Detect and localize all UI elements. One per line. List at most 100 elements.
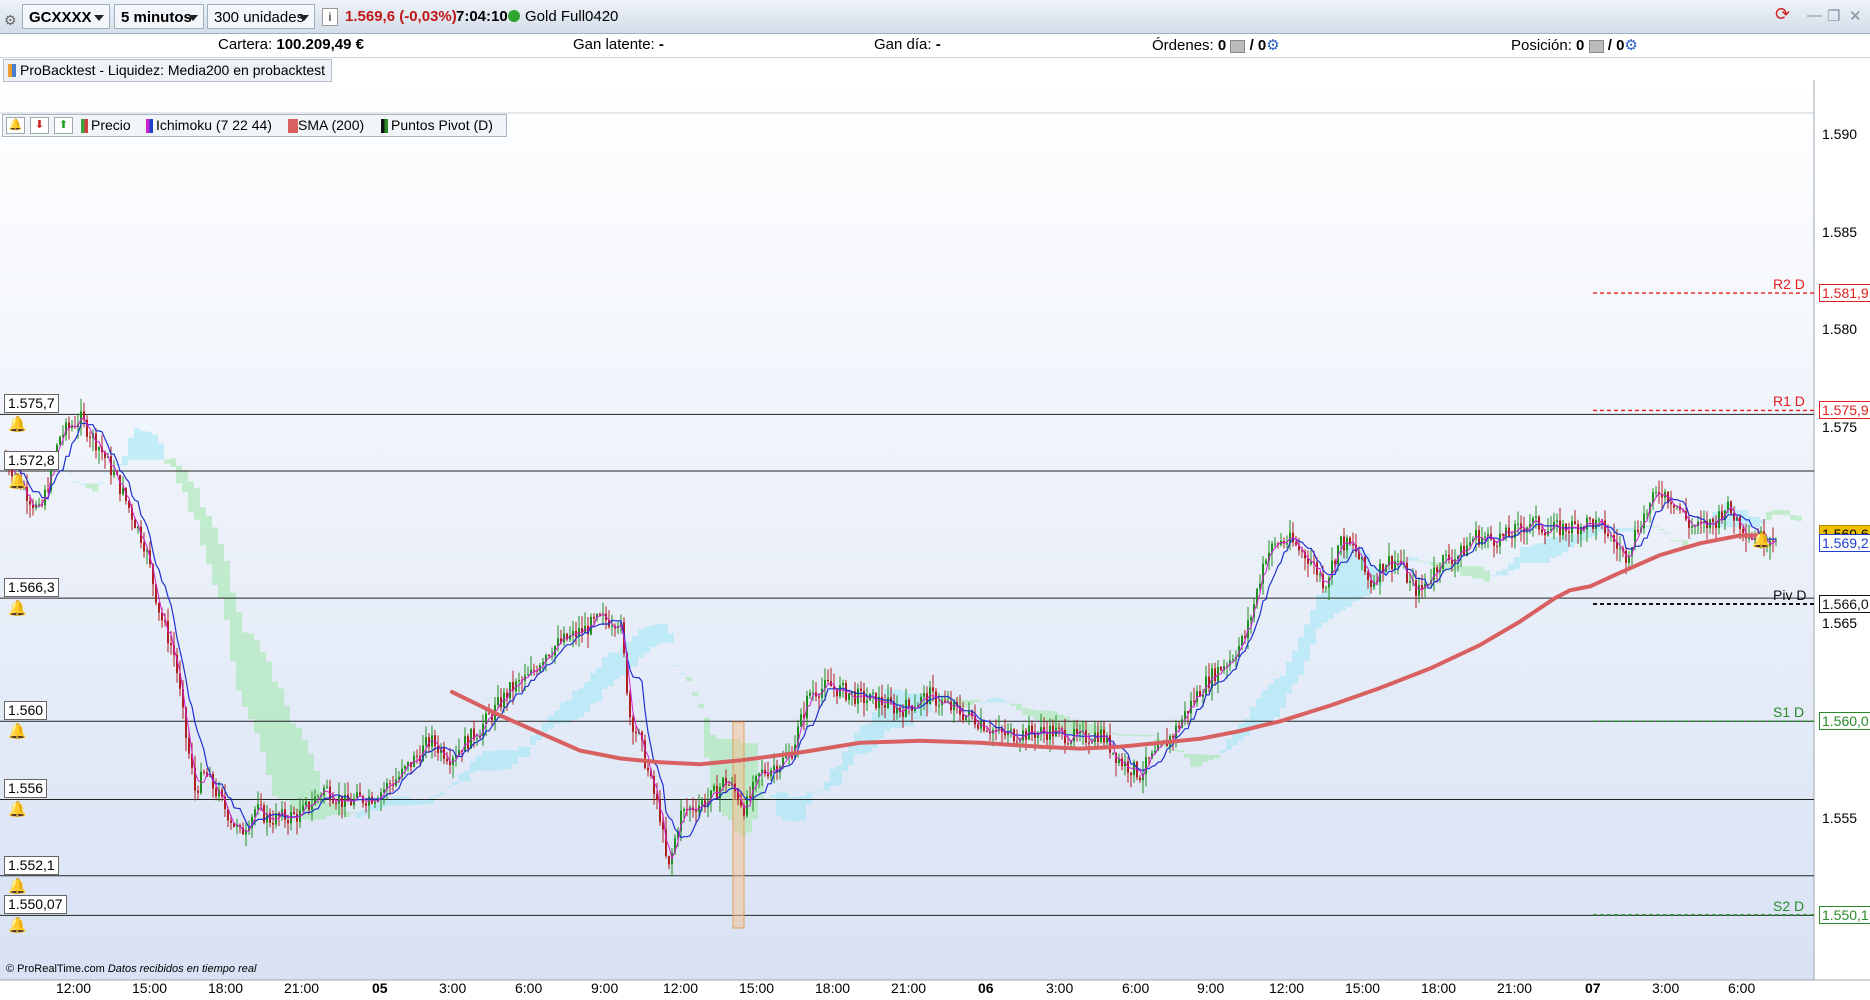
timeframe-selector[interactable]: 5 minutos: [114, 4, 204, 29]
info-icon[interactable]: i: [322, 8, 338, 26]
footer-status: Datos recibidos en tiempo real: [107, 963, 257, 975]
chevron-down-icon: [188, 15, 198, 21]
kumo-segment: [1784, 510, 1790, 516]
kumo-segment: [1124, 734, 1130, 736]
kumo-segment: [116, 463, 122, 466]
alert-bell-icon[interactable]: 🔔: [8, 416, 27, 434]
link-icon[interactable]: ⚙: [4, 8, 17, 33]
cartera: Cartera: 100.209,49 €: [218, 36, 364, 53]
candle-body: [1250, 617, 1252, 621]
minimize-icon[interactable]: —: [1807, 7, 1822, 24]
probacktest-tag[interactable]: ProBacktest - Liquidez: Media200 en prob…: [3, 59, 333, 82]
kumo-segment: [236, 611, 242, 691]
units-selector[interactable]: 300 unidades: [207, 4, 315, 29]
posicion-total: / 0: [1607, 37, 1625, 54]
alert-bell-icon[interactable]: 🔔: [8, 600, 27, 618]
kumo-segment: [662, 624, 668, 643]
close-position-icon[interactable]: [1588, 39, 1604, 53]
candle-body: [647, 767, 649, 771]
kumo-segment: [86, 483, 92, 489]
candle-body: [944, 700, 946, 702]
kumo-segment: [140, 430, 146, 460]
clock-time: 7:04:10: [456, 8, 508, 25]
candle-body: [245, 831, 247, 835]
alert-bell-icon[interactable]: 🔔: [8, 723, 27, 741]
symbol-selector[interactable]: GCXXXX: [22, 4, 110, 29]
candle-body: [962, 714, 964, 720]
kumo-segment: [260, 652, 266, 752]
strategy-label: ProBacktest - Liquidez: Media200 en prob…: [20, 62, 326, 78]
refresh-icon[interactable]: ⟳: [1775, 4, 1790, 25]
kumo-segment: [1322, 590, 1328, 623]
candle-body: [305, 801, 307, 806]
candle-body: [260, 804, 262, 806]
kumo-segment: [1664, 532, 1670, 534]
ichimoku-price-label: 1.569,2: [1819, 534, 1870, 553]
candle-body: [593, 616, 595, 619]
kumo-segment: [1340, 548, 1346, 611]
kumo-segment: [446, 786, 452, 788]
cartera-label: Cartera:: [218, 36, 273, 53]
kumo-segment: [356, 812, 362, 819]
time-tick: 21:00: [891, 980, 927, 996]
kumo-segment: [542, 722, 548, 733]
alert-bell-icon[interactable]: 🔔: [8, 473, 27, 491]
kumo-segment: [476, 756, 482, 771]
candle-body: [1535, 516, 1537, 519]
kumo-segment: [692, 692, 698, 697]
gear-icon[interactable]: ⚙: [1624, 37, 1637, 54]
kumo-segment: [1772, 510, 1778, 515]
gear-icon[interactable]: ⚙: [1266, 37, 1279, 54]
alert-bell-icon[interactable]: 🔔: [8, 917, 27, 935]
price-tick: 1.575: [1822, 419, 1858, 435]
close-icon[interactable]: ✕: [1849, 7, 1862, 25]
candle-body: [668, 855, 670, 865]
candle-body: [1445, 554, 1447, 556]
kumo-segment: [1316, 594, 1322, 629]
candle-body: [1010, 729, 1012, 731]
candle-body: [1139, 777, 1141, 781]
candle-body: [1442, 555, 1444, 569]
candle-body: [548, 654, 550, 656]
sell-icon[interactable]: ⬇: [30, 117, 49, 134]
legend-sma[interactable]: SMA (200): [286, 116, 364, 135]
close-orders-icon[interactable]: [1230, 39, 1246, 53]
legend-ichimoku[interactable]: Ichimoku (7 22 44): [144, 116, 272, 135]
price-chart[interactable]: [0, 80, 1870, 1000]
kumo-segment: [182, 469, 188, 493]
kumo-segment: [1184, 753, 1190, 758]
kumo-segment: [1304, 624, 1310, 661]
kumo-segment: [74, 481, 80, 483]
candle-body: [869, 693, 871, 701]
candle-body: [332, 800, 334, 803]
candle-body: [1574, 521, 1576, 525]
restore-icon[interactable]: ❐: [1827, 7, 1840, 25]
candle-body: [1352, 544, 1354, 546]
alert-bell-icon[interactable]: 🔔: [8, 878, 27, 896]
time-tick: 07: [1585, 980, 1601, 996]
alert-bell-icon[interactable]: 🔔: [1752, 532, 1771, 550]
alert-bell-icon[interactable]: 🔔: [8, 801, 27, 819]
buy-icon[interactable]: ⬆: [54, 117, 73, 134]
kumo-segment: [1016, 703, 1022, 711]
price-tick: 1.590: [1822, 125, 1858, 142]
gan-latente: Gan latente: -: [573, 36, 664, 53]
legend-label: SMA (200): [298, 117, 365, 133]
gan-dia-label: Gan día:: [874, 36, 932, 53]
legend-pivots[interactable]: Puntos Pivot (D): [379, 116, 493, 135]
candle-body: [113, 472, 115, 476]
alert-bell-icon[interactable]: 🔔: [6, 117, 25, 134]
kumo-segment: [1538, 542, 1544, 563]
kumo-segment: [482, 751, 488, 771]
kumo-segment: [638, 629, 644, 658]
candle-body: [1082, 730, 1084, 732]
candle-body: [1421, 584, 1423, 589]
kumo-segment: [1520, 547, 1526, 563]
candle-body: [1643, 513, 1645, 529]
kumo-segment: [1550, 536, 1556, 559]
candle-body: [1451, 560, 1453, 565]
legend-precio[interactable]: Precio: [79, 116, 131, 135]
kumo-segment: [1352, 548, 1358, 602]
legend-label: Ichimoku (7 22 44): [156, 117, 272, 133]
kumo-segment: [272, 681, 278, 797]
